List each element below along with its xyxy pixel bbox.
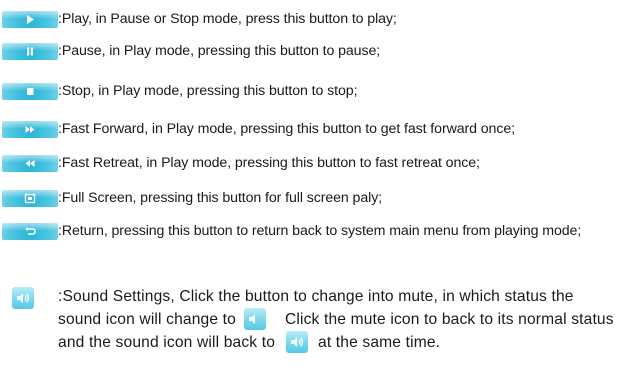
- fast-retreat-description: :Fast Retreat, in Play mode, pressing th…: [58, 155, 480, 171]
- sound-icon[interactable]: [12, 287, 34, 309]
- play-icon: [27, 15, 34, 24]
- speaker-icon: [290, 337, 303, 347]
- fast-retreat-button[interactable]: [2, 155, 58, 172]
- stop-description: :Stop, in Play mode, pressing this butto…: [58, 83, 358, 99]
- muted-speaker-icon: [249, 314, 256, 324]
- full-screen-button[interactable]: [2, 190, 58, 207]
- fast-forward-icon: [25, 126, 35, 133]
- sound-settings-description: :Sound Settings, Click the button to cha…: [58, 286, 618, 354]
- page: { "items": [ {"icon": "play-icon", "text…: [0, 0, 630, 390]
- return-button[interactable]: [2, 223, 58, 240]
- pause-button[interactable]: [2, 43, 58, 60]
- sound-text-part3: at the same time.: [318, 334, 441, 351]
- return-icon: [25, 226, 36, 235]
- pause-description: :Pause, in Play mode, pressing this butt…: [58, 43, 381, 59]
- full-screen-description: :Full Screen, pressing this button for f…: [58, 190, 383, 206]
- pause-icon: [27, 47, 33, 56]
- speaker-icon: [17, 293, 30, 303]
- return-description: :Return, pressing this button to return …: [58, 223, 582, 239]
- fast-forward-description: :Fast Forward, in Play mode, pressing th…: [58, 121, 515, 137]
- stop-icon: [27, 88, 34, 95]
- stop-button[interactable]: [2, 83, 58, 100]
- mute-icon[interactable]: [244, 308, 267, 330]
- play-button[interactable]: [2, 11, 58, 28]
- play-description: :Play, in Pause or Stop mode, press this…: [58, 11, 397, 27]
- full-screen-icon: [24, 193, 36, 204]
- sound-icon-inline[interactable]: [285, 331, 308, 353]
- fast-retreat-icon: [25, 160, 35, 167]
- fast-forward-button[interactable]: [2, 121, 58, 138]
